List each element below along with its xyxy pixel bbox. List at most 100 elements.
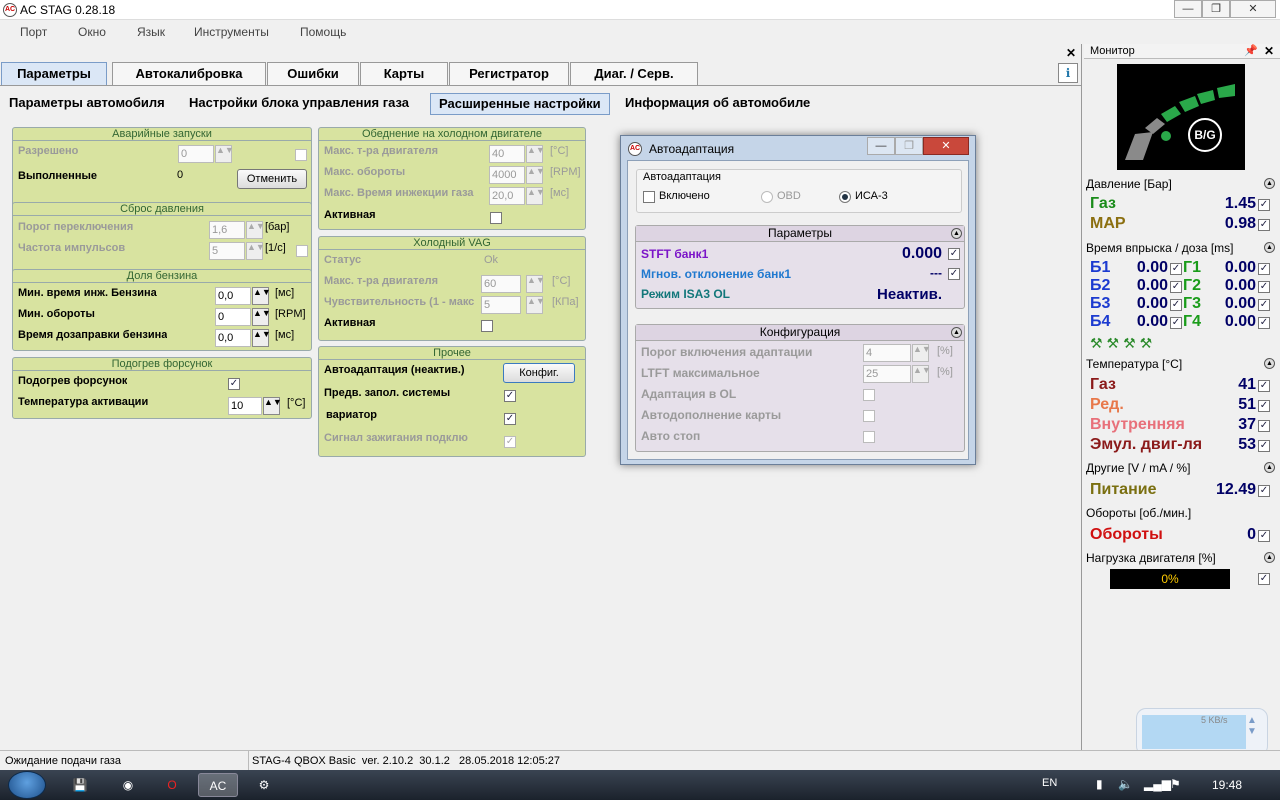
refuel-spin[interactable]: ▲▼	[252, 329, 271, 347]
cold-max-temp-spin[interactable]: ▲▼	[526, 145, 545, 163]
battery-icon[interactable]: ▮	[1096, 777, 1103, 791]
inj-b1-checkbox[interactable]: ✓	[1170, 263, 1182, 275]
tab-errors[interactable]: Ошибки	[267, 62, 359, 86]
inj-g4-checkbox[interactable]: ✓	[1258, 317, 1270, 329]
inj-g2-checkbox[interactable]: ✓	[1258, 281, 1270, 293]
temp-internal-checkbox[interactable]: ✓	[1258, 420, 1270, 432]
lang-indicator[interactable]: EN	[1042, 777, 1057, 789]
vag-active-checkbox[interactable]	[481, 320, 493, 332]
tab-diag[interactable]: Диаг. / Серв.	[570, 62, 698, 86]
temp-emu-checkbox[interactable]: ✓	[1258, 440, 1270, 452]
refuel-input[interactable]: 0,0	[215, 329, 251, 347]
pulse-spin[interactable]: ▲▼	[246, 242, 265, 260]
info-icon[interactable]: ℹ	[1058, 63, 1078, 83]
other-collapse-icon[interactable]: ▲	[1264, 462, 1275, 473]
pin-icon[interactable]: 📌	[1244, 44, 1258, 57]
activation-temp-spin[interactable]: ▲▼	[263, 397, 282, 415]
vag-sens-spin[interactable]: ▲▼	[526, 296, 545, 314]
network-scroll-icon[interactable]: ▲ ▼	[1247, 715, 1257, 737]
pulse-input[interactable]: 5	[209, 242, 245, 260]
autofill-checkbox[interactable]	[863, 410, 875, 422]
cold-max-rpm-spin[interactable]: ▲▼	[526, 166, 545, 184]
vag-max-temp-input[interactable]: 60	[481, 275, 521, 293]
enabled-checkbox[interactable]	[643, 191, 655, 203]
min-inj-input[interactable]: 0,0	[215, 287, 251, 305]
inj-b2-checkbox[interactable]: ✓	[1170, 281, 1182, 293]
heat-checkbox[interactable]: ✓	[228, 378, 240, 390]
volume-icon[interactable]: 🔈	[1118, 777, 1133, 791]
activation-temp-input[interactable]: 10	[228, 397, 262, 415]
isa3-radio[interactable]	[839, 191, 851, 203]
min-rpm-spin[interactable]: ▲▼	[252, 308, 271, 326]
prefill-checkbox[interactable]: ✓	[504, 390, 516, 402]
close-button[interactable]: ✕	[1230, 0, 1276, 18]
config-collapse-icon[interactable]: ▲	[951, 327, 962, 338]
inj-b4-checkbox[interactable]: ✓	[1170, 317, 1182, 329]
min-rpm-input[interactable]: 0	[215, 308, 251, 326]
rpm-checkbox[interactable]: ✓	[1258, 530, 1270, 542]
gas-pressure-checkbox[interactable]: ✓	[1258, 199, 1270, 211]
ignition-checkbox[interactable]: ✓	[504, 436, 516, 448]
vag-sens-input[interactable]: 5	[481, 296, 521, 314]
inj-b3-checkbox[interactable]: ✓	[1170, 299, 1182, 311]
injection-collapse-icon[interactable]: ▲	[1264, 242, 1275, 253]
threshold-input[interactable]: 1,6	[209, 221, 245, 239]
chrome-icon[interactable]: ◉	[114, 773, 142, 797]
menu-tools[interactable]: Инструменты	[194, 25, 269, 39]
maximize-button[interactable]: ❐	[1202, 0, 1230, 18]
subtab-ecu-settings[interactable]: Настройки блока управления газа	[181, 93, 417, 115]
power-checkbox[interactable]: ✓	[1258, 485, 1270, 497]
subtab-car-info[interactable]: Информация об автомобиле	[617, 93, 818, 115]
tab-parameters[interactable]: Параметры	[1, 62, 107, 86]
load-collapse-icon[interactable]: ▲	[1264, 552, 1275, 563]
app-task-icon[interactable]: ⚙	[250, 773, 278, 797]
subtab-advanced[interactable]: Расширенные настройки	[430, 93, 610, 115]
cold-max-inj-spin[interactable]: ▲▼	[526, 187, 545, 205]
network-icon[interactable]: ▂▄▆	[1144, 777, 1171, 791]
dialog-minimize-button[interactable]: —	[867, 137, 895, 155]
cold-max-rpm-input[interactable]: 4000	[489, 166, 525, 184]
threshold-spin[interactable]: ▲▼	[246, 221, 265, 239]
adapt-threshold-input[interactable]: 4	[863, 344, 911, 362]
allowed-input[interactable]: 0	[178, 145, 214, 163]
load-checkbox[interactable]: ✓	[1258, 573, 1270, 585]
dialog-maximize-button[interactable]: ❐	[895, 137, 923, 155]
cancel-button[interactable]: Отменить	[237, 169, 307, 189]
temp-gas-checkbox[interactable]: ✓	[1258, 380, 1270, 392]
cold-max-inj-input[interactable]: 20,0	[489, 187, 525, 205]
start-button[interactable]	[8, 771, 46, 799]
opera-icon[interactable]: O	[158, 773, 186, 797]
cold-max-temp-input[interactable]: 40	[489, 145, 525, 163]
ltft-max-input[interactable]: 25	[863, 365, 911, 383]
monitor-close-icon[interactable]: ✕	[1264, 45, 1274, 57]
tab-autocalibration[interactable]: Автокалибровка	[112, 62, 266, 86]
variator-checkbox[interactable]: ✓	[504, 413, 516, 425]
flag-icon[interactable]: ⚑	[1170, 777, 1181, 791]
map-checkbox[interactable]: ✓	[1258, 219, 1270, 231]
allowed-checkbox[interactable]	[295, 149, 307, 161]
adapt-ol-checkbox[interactable]	[863, 389, 875, 401]
temp-red-checkbox[interactable]: ✓	[1258, 400, 1270, 412]
dialog-close-button[interactable]: ✕	[923, 137, 969, 155]
obd-radio[interactable]	[761, 191, 773, 203]
menu-port[interactable]: Порт	[20, 25, 47, 39]
vag-max-temp-spin[interactable]: ▲▼	[526, 275, 545, 293]
tab-recorder[interactable]: Регистратор	[449, 62, 569, 86]
clock[interactable]: 19:48	[1212, 778, 1242, 792]
pressure-collapse-icon[interactable]: ▲	[1264, 178, 1275, 189]
inst-dev-checkbox[interactable]: ✓	[948, 268, 960, 280]
menu-help[interactable]: Помощь	[300, 25, 346, 39]
inj-g3-checkbox[interactable]: ✓	[1258, 299, 1270, 311]
tab-maps[interactable]: Карты	[360, 62, 448, 86]
pulse-checkbox[interactable]	[296, 245, 308, 257]
acstag-task-icon[interactable]: AC	[198, 773, 238, 797]
cold-active-checkbox[interactable]	[490, 212, 502, 224]
menu-window[interactable]: Окно	[78, 25, 106, 39]
subtab-car-params[interactable]: Параметры автомобиля	[1, 93, 173, 115]
autostop-checkbox[interactable]	[863, 431, 875, 443]
minimize-button[interactable]: —	[1174, 0, 1202, 18]
allowed-spin[interactable]: ▲▼	[215, 145, 234, 163]
menu-language[interactable]: Язык	[137, 25, 165, 39]
inj-g1-checkbox[interactable]: ✓	[1258, 263, 1270, 275]
min-inj-spin[interactable]: ▲▼	[252, 287, 271, 305]
